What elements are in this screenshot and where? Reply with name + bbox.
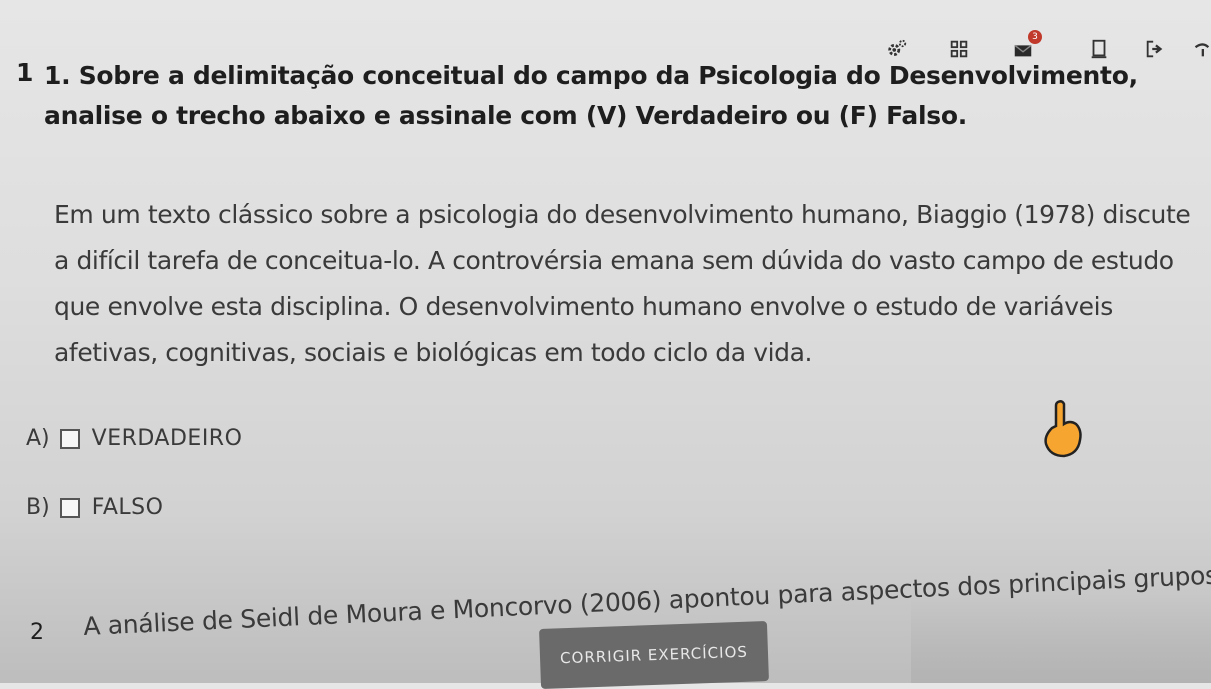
more-icon[interactable] <box>1188 36 1211 62</box>
question-1-prompt: 1. Sobre a delimitação conceitual do cam… <box>44 61 1138 130</box>
question-1-passage: Em um texto clássico sobre a psicologia … <box>54 200 1191 367</box>
option-a-checkbox[interactable] <box>59 428 80 449</box>
option-a-label: VERDADEIRO <box>91 426 243 451</box>
option-b[interactable]: B) FALSO <box>26 495 163 520</box>
screen-shadow <box>911 593 1211 683</box>
correct-exercises-button[interactable]: CORRIGIR EXERCÍCIOS <box>539 621 769 689</box>
question-number-2: 2 <box>30 620 44 645</box>
option-b-checkbox[interactable] <box>59 497 80 518</box>
hand-cursor-icon <box>1040 398 1084 458</box>
question-number-1: 1 <box>16 58 34 87</box>
option-b-letter: B) <box>26 495 50 520</box>
option-a-letter: A) <box>26 426 50 451</box>
option-b-label: FALSO <box>91 495 164 520</box>
option-a[interactable]: A) VERDADEIRO <box>26 426 242 451</box>
notification-badge: 3 <box>1028 30 1042 44</box>
